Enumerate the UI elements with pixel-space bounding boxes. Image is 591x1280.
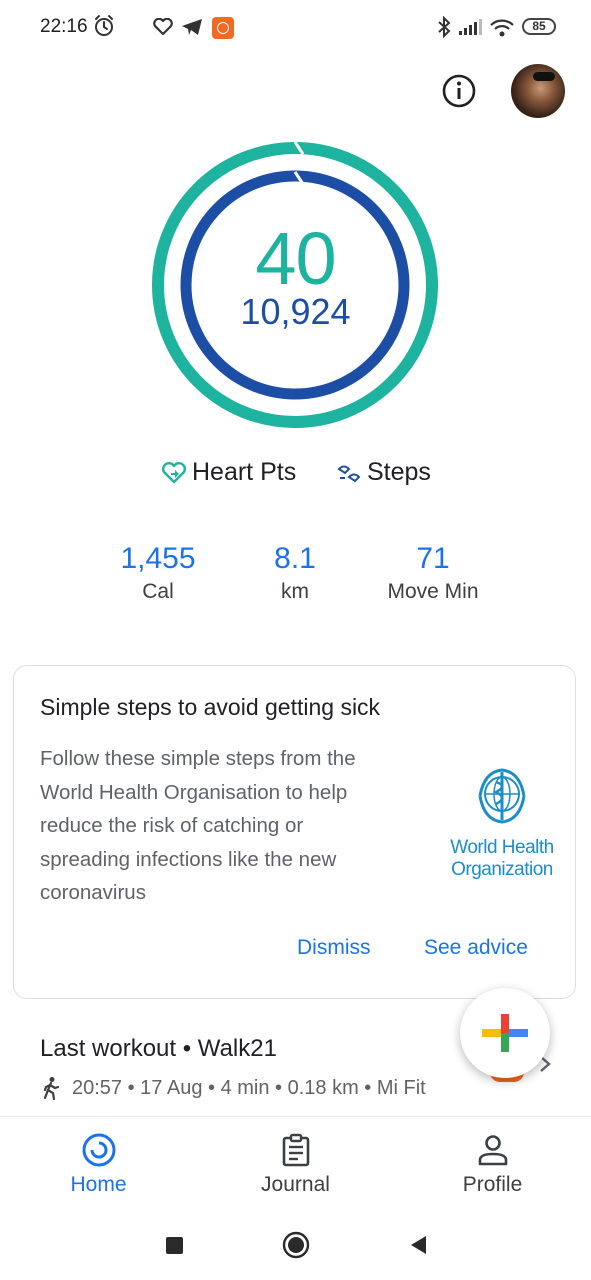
who-logo-line1: World Health — [450, 837, 554, 858]
alarm-icon — [95, 15, 113, 36]
steps-value: 10,924 — [240, 291, 351, 332]
home-button-icon[interactable] — [282, 1231, 310, 1259]
workout-meta-text: 20:57 • 17 Aug • 4 min • 0.18 km • Mi Fi… — [72, 1076, 426, 1099]
avatar[interactable] — [511, 64, 565, 118]
legend-steps[interactable]: Steps — [336, 458, 431, 487]
nav-home-label: Home — [70, 1173, 127, 1196]
stat-distance-value: 8.1 — [274, 542, 316, 575]
who-logo: World Health Organization — [446, 766, 558, 881]
legend-steps-label: Steps — [367, 458, 431, 486]
system-navigation-bar — [0, 1210, 591, 1280]
legend-heart-label: Heart Pts — [192, 458, 297, 486]
advice-card[interactable]: Simple steps to avoid getting sick Follo… — [13, 665, 576, 999]
walk-icon — [43, 1077, 60, 1100]
wifi-icon — [490, 19, 514, 37]
heart-outline-icon — [153, 18, 173, 36]
heart-points-icon — [161, 461, 187, 483]
dismiss-button[interactable]: Dismiss — [297, 936, 371, 960]
battery-indicator: 85 — [522, 18, 556, 35]
nav-journal[interactable]: Journal — [197, 1117, 394, 1211]
stat-distance: 8.1 km — [215, 540, 375, 604]
rings-legend: Heart Pts Steps — [0, 458, 591, 498]
stat-calories: 1,455 Cal — [78, 540, 238, 604]
stat-distance-label: km — [281, 580, 309, 603]
nav-profile[interactable]: Profile — [394, 1117, 591, 1211]
who-logo-line2: Organization — [451, 859, 553, 880]
home-icon — [82, 1133, 116, 1167]
profile-icon — [478, 1135, 508, 1166]
see-advice-button[interactable]: See advice — [424, 936, 528, 960]
card-title: Simple steps to avoid getting sick — [40, 694, 381, 720]
stat-move-min: 71 Move Min — [353, 540, 513, 604]
heart-points-value: 40 — [255, 217, 336, 300]
workout-meta: 20:57 • 17 Aug • 4 min • 0.18 km • Mi Fi… — [40, 1076, 426, 1100]
nav-home[interactable]: Home — [0, 1117, 197, 1211]
recents-icon[interactable] — [166, 1237, 183, 1254]
stats-row: 1,455 Cal 8.1 km 71 Move Min — [0, 540, 591, 620]
clock: 22:16 — [40, 16, 88, 37]
bottom-navigation: Home Journal Profile — [0, 1116, 591, 1211]
signal-icon — [459, 19, 482, 35]
mi-app-icon — [212, 17, 234, 39]
journal-icon — [282, 1133, 310, 1167]
who-emblem-icon — [478, 768, 526, 824]
status-bar: 22:16 85 — [0, 0, 591, 58]
bluetooth-icon — [438, 16, 451, 38]
steps-icon — [337, 465, 361, 482]
info-icon[interactable] — [440, 72, 478, 110]
back-icon[interactable] — [408, 1234, 428, 1256]
add-activity-button[interactable] — [460, 988, 550, 1078]
telegram-icon — [182, 19, 202, 35]
stat-calories-label: Cal — [142, 580, 174, 603]
stat-calories-value: 1,455 — [120, 542, 196, 575]
stat-move-min-value: 71 — [416, 542, 450, 575]
stat-move-min-label: Move Min — [387, 580, 479, 603]
nav-profile-label: Profile — [462, 1173, 523, 1196]
legend-heart-pts[interactable]: Heart Pts — [160, 458, 296, 487]
card-body: Follow these simple steps from the World… — [40, 747, 356, 904]
plus-icon — [482, 1014, 528, 1052]
nav-journal-label: Journal — [261, 1173, 330, 1196]
